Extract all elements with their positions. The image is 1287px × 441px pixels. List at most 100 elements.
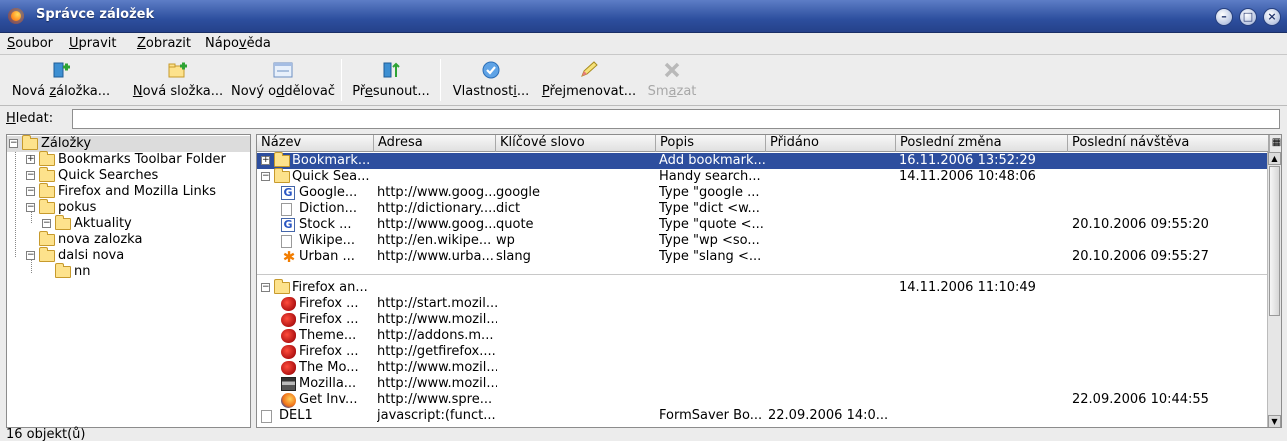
search-input[interactable] [72, 109, 1280, 129]
minimize-button[interactable]: – [1215, 8, 1233, 26]
menu-upravit[interactable]: Upravit [69, 36, 116, 51]
collapse-icon[interactable]: − [26, 251, 35, 260]
new-separator-button[interactable]: Nový oddělovač [230, 59, 336, 101]
collapse-icon[interactable]: − [9, 139, 18, 148]
cell-url: http://www.urba... [377, 249, 494, 264]
table-row[interactable]: Diction... http://dictionary.... dict Type … [257, 201, 1267, 217]
menu-napoveda[interactable]: Nápověda [205, 36, 271, 51]
tree-item-nn[interactable]: nn [7, 263, 250, 280]
scroll-thumb[interactable] [1269, 166, 1280, 316]
collapse-icon[interactable]: − [26, 187, 35, 196]
cell-name: Quick Sea... [292, 169, 370, 184]
cell-url: http://www.mozil... [377, 312, 497, 327]
scroll-down-icon[interactable]: ▼ [1268, 415, 1281, 427]
open-folder-icon [39, 247, 55, 262]
table-row[interactable]: + Bookmark... Add bookmark... 16.11.2006 13… [257, 152, 1267, 169]
table-row[interactable]: Mozilla... http://www.mozil... [257, 376, 1267, 392]
new-separator-icon [273, 62, 293, 78]
tree-label: dalsi nova [58, 248, 125, 263]
column-keyword[interactable]: Klíčové slovo [496, 135, 656, 152]
collapse-icon[interactable]: − [42, 219, 51, 228]
close-button[interactable]: × [1263, 8, 1281, 26]
maximize-button[interactable]: □ [1239, 8, 1257, 26]
firefox-links-icon [281, 313, 296, 327]
column-added[interactable]: Přidáno [766, 135, 896, 152]
collapse-icon[interactable]: − [261, 172, 270, 181]
new-folder-button[interactable]: Nová složka... [126, 59, 230, 101]
menu-zobrazit[interactable]: Zobrazit [137, 36, 191, 51]
cell-desc: Type "wp <so... [659, 233, 760, 248]
table-row[interactable]: Wikipe... http://en.wikipe... wp Type "wp <… [257, 233, 1267, 249]
tree-label: Quick Searches [58, 168, 159, 183]
status-bar: 16 objekt(ů) [0, 428, 1287, 441]
cell-mod: 14.11.2006 11:10:49 [899, 280, 1036, 295]
properties-button[interactable]: Vlastnosti... [450, 59, 532, 101]
table-row[interactable]: The Mo... http://www.mozil... [257, 360, 1267, 376]
table-row[interactable]: G Stock ... http://www.goog... quote Type "q… [257, 217, 1267, 233]
table-row[interactable]: Theme... http://addons.m... [257, 328, 1267, 344]
tree-item-toolbar-folder[interactable]: + Bookmarks Toolbar Folder [7, 151, 250, 168]
column-picker-icon[interactable]: ▦ [1269, 135, 1281, 152]
search-bar: Hledat: [0, 107, 1287, 131]
table-row[interactable]: G Google... http://www.goog... google Type "… [257, 185, 1267, 201]
cell-kw: dict [496, 201, 521, 216]
new-bookmark-button[interactable]: Nová záložka... [2, 59, 120, 101]
table-row[interactable]: Firefox ... http://start.mozil... [257, 296, 1267, 312]
move-button[interactable]: Přesunout... [349, 59, 433, 101]
tree-label: Aktuality [74, 216, 132, 231]
expand-icon[interactable]: + [26, 155, 35, 164]
tree-label: nova zalozka [58, 232, 143, 247]
cell-kw: quote [496, 217, 534, 232]
cell-name: The Mo... [299, 360, 359, 375]
title-bar[interactable]: Správce záložek – □ × [0, 0, 1287, 33]
cell-name: Mozilla... [299, 376, 357, 391]
scroll-up-icon[interactable]: ▲ [1268, 152, 1281, 165]
table-row[interactable]: Get Inv... http://www.spre... 22.09.2006 1… [257, 392, 1267, 408]
cell-name: Wikipe... [299, 233, 355, 248]
menu-soubor[interactable]: Soubor [7, 36, 53, 51]
tree-item-quick-searches[interactable]: − Quick Searches [7, 167, 250, 184]
tree-item-nova-zalozka[interactable]: nova zalozka [7, 231, 250, 248]
table-row[interactable]: ✱ Urban ... http://www.urba... slang Type "s… [257, 249, 1267, 265]
tree-item-root[interactable]: − Záložky [7, 135, 250, 152]
column-header: Název Adresa Klíčové slovo Popis Přidáno… [257, 135, 1281, 152]
tree-item-dalsi-nova[interactable]: − dalsi nova [7, 247, 250, 264]
column-last-modified[interactable]: Poslední změna [896, 135, 1068, 152]
delete-button[interactable]: Smazat [645, 59, 699, 101]
new-folder-icon [168, 62, 187, 78]
collapse-icon[interactable]: − [261, 283, 270, 292]
cell-url: http://dictionary.... [377, 201, 497, 216]
tree-item-firefox-links[interactable]: − Firefox and Mozilla Links [7, 183, 250, 200]
cell-name: DEL1 [279, 408, 313, 423]
tree-label: Bookmarks Toolbar Folder [58, 152, 226, 167]
vertical-scrollbar[interactable]: ▲ ▼ [1267, 152, 1281, 427]
checkmark-icon [482, 61, 500, 79]
folder-tree[interactable]: − Záložky + Bookmarks Toolbar Folder − Q… [6, 134, 251, 428]
column-description[interactable]: Popis [656, 135, 766, 152]
group-divider [257, 274, 1267, 275]
cell-kw: google [496, 185, 541, 200]
cell-mod: 14.11.2006 10:48:06 [899, 169, 1036, 184]
tree-item-pokus[interactable]: − pokus [7, 199, 250, 216]
collapse-icon[interactable]: − [26, 171, 35, 180]
table-row[interactable]: − Firefox an... 14.11.2006 11:10:49 [257, 279, 1267, 296]
table-row[interactable]: Firefox ... http://getfirefox.... [257, 344, 1267, 360]
bookmark-list[interactable]: Název Adresa Klíčové slovo Popis Přidáno… [256, 134, 1282, 428]
firefox-links-icon [281, 345, 296, 359]
table-row[interactable]: Firefox ... http://www.mozil... [257, 312, 1267, 328]
column-address[interactable]: Adresa [374, 135, 496, 152]
column-last-visit[interactable]: Poslední návštěva [1068, 135, 1269, 152]
table-row[interactable]: − Quick Sea... Handy search... 14.11.2006 1… [257, 168, 1267, 185]
get-firefox-icon [281, 393, 296, 408]
tree-item-aktuality[interactable]: − Aktuality [7, 215, 250, 232]
cell-desc: Type "dict <w... [659, 201, 760, 216]
rename-button[interactable]: Přejmenovat... [539, 59, 639, 101]
table-row[interactable]: DEL1 javascript:(funct... FormSaver Bo... 2… [257, 408, 1267, 424]
cell-url: http://getfirefox.... [377, 344, 496, 359]
cell-url: http://start.mozil... [377, 296, 497, 311]
cell-name: Firefox ... [299, 312, 359, 327]
expand-icon[interactable]: + [261, 156, 270, 165]
cell-name: Stock ... [299, 217, 352, 232]
collapse-icon[interactable]: − [26, 203, 35, 212]
column-name[interactable]: Název [257, 135, 374, 152]
